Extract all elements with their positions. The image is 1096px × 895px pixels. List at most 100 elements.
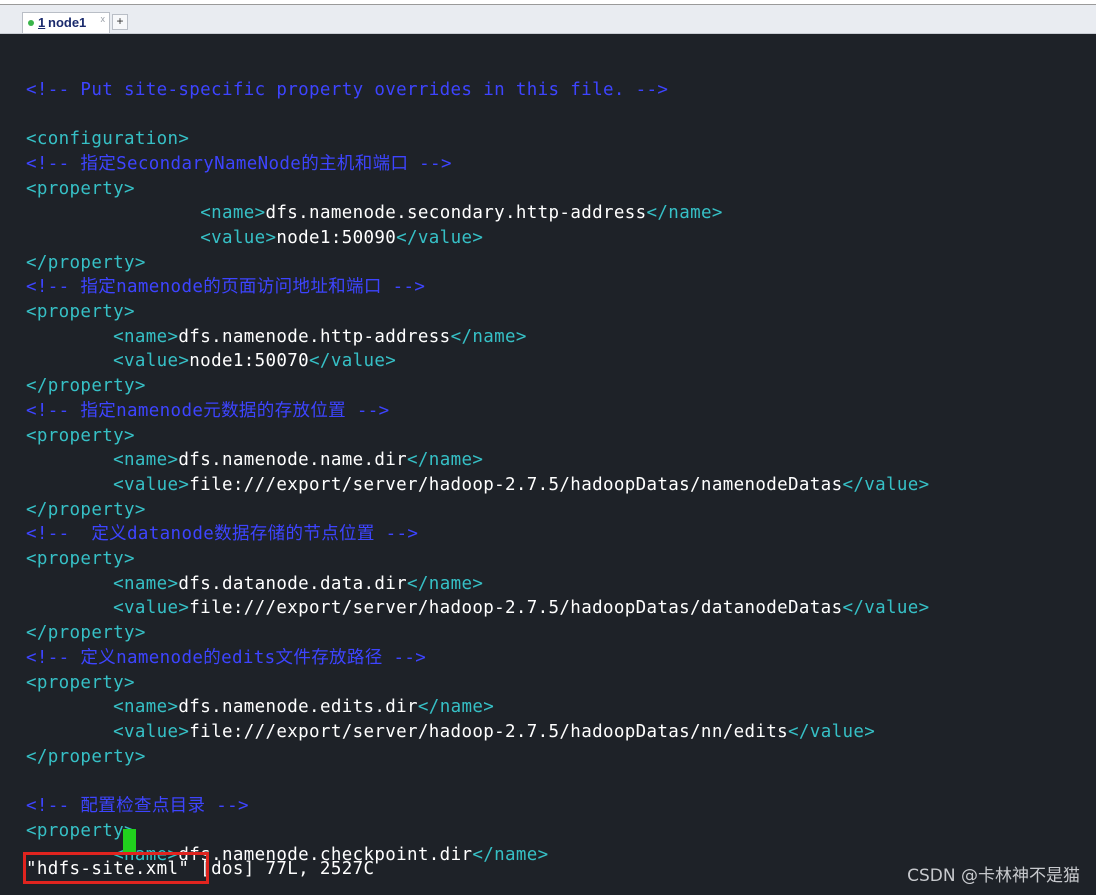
xml-value: file:///export/server/hadoop-2.7.5/hadoo… <box>189 598 843 619</box>
code-line: <value>node1:50070</value> <box>26 349 396 373</box>
code-line: <!-- 配置检查点目录 --> <box>26 794 249 818</box>
xml-tag: <property> <box>26 820 135 841</box>
filename-highlight-box <box>23 852 209 884</box>
xml-tag: </property> <box>26 623 146 644</box>
xml-tag: <property> <box>26 425 135 446</box>
xml-tag: </name> <box>407 450 484 471</box>
xml-tag: <name> <box>113 697 179 718</box>
xml-tag: </name> <box>472 845 549 866</box>
xml-value: dfs.namenode.secondary.http-address <box>265 203 647 224</box>
code-line: <name>dfs.namenode.edits.dir</name> <box>26 695 494 719</box>
code-line: <!-- 指定SecondaryNameNode的主机和端口 --> <box>26 152 452 176</box>
xml-tag: <name> <box>113 450 179 471</box>
add-tab-button[interactable]: + <box>112 14 128 30</box>
xml-value: dfs.namenode.name.dir <box>178 450 408 471</box>
xml-value: dfs.datanode.data.dir <box>178 573 408 594</box>
xml-value: dfs.namenode.http-address <box>178 326 451 347</box>
xml-tag: <property> <box>26 549 135 569</box>
xml-value: node1:50090 <box>276 227 397 248</box>
xml-tag: <value> <box>200 227 277 248</box>
code-line: <property> <box>26 177 135 201</box>
xml-comment: <!-- Put site-specific property override… <box>26 79 669 100</box>
code-line: <property> <box>26 300 135 324</box>
xml-tag: <property> <box>26 178 135 199</box>
code-line: <value>file:///export/server/hadoop-2.7.… <box>26 473 930 497</box>
xml-tag: </property> <box>26 252 146 273</box>
code-line: <property> <box>26 547 135 571</box>
xml-tag: <name> <box>200 203 266 224</box>
code-line: <property> <box>26 424 135 448</box>
code-line: </property> <box>26 251 146 275</box>
code-line: <name>dfs.datanode.data.dir</name> <box>26 572 483 596</box>
code-line: <!-- 指定namenode元数据的存放位置 --> <box>26 399 390 423</box>
xml-tag: </property> <box>26 376 146 397</box>
xml-tag: <name> <box>113 573 179 594</box>
code-line: </property> <box>26 498 146 522</box>
xml-tag: <value> <box>113 351 190 372</box>
xml-tag: </value> <box>842 474 930 495</box>
xml-comment: <!-- 指定SecondaryNameNode的主机和端口 --> <box>26 153 452 174</box>
xml-tag: </value> <box>788 721 876 742</box>
code-line: <!-- 定义datanode数据存储的节点位置 --> <box>26 522 418 546</box>
code-line: <value>file:///export/server/hadoop-2.7.… <box>26 720 875 744</box>
text-cursor <box>123 829 136 854</box>
xml-tag: </value> <box>309 351 397 372</box>
xml-comment: <!-- 定义namenode的edits文件存放路径 --> <box>26 647 427 668</box>
watermark: CSDN @卡林神不是猫 <box>907 866 1080 886</box>
xml-comment: <!-- 指定namenode的页面访问地址和端口 --> <box>26 277 426 298</box>
xml-tag: </property> <box>26 746 146 767</box>
code-line: <name>dfs.namenode.secondary.http-addres… <box>26 201 723 225</box>
xml-tag: </name> <box>646 203 723 224</box>
xml-tag: <name> <box>113 326 179 347</box>
xml-tag: </name> <box>417 697 495 718</box>
tab-node1[interactable]: 1 node1 x <box>22 12 110 33</box>
xml-comment: <!-- 配置检查点目录 --> <box>26 796 249 816</box>
terminal-window: 1 node1 x + <!-- Put site-specific prope… <box>0 0 1096 895</box>
xml-tag: </name> <box>407 573 484 594</box>
code-line: <!-- 定义namenode的edits文件存放路径 --> <box>26 646 426 670</box>
code-line: <property> <box>26 671 135 695</box>
xml-tag: </value> <box>842 598 930 619</box>
xml-tag: <property> <box>26 672 135 693</box>
xml-tag: <value> <box>113 598 190 619</box>
xml-comment: <!-- 指定namenode元数据的存放位置 --> <box>26 400 390 421</box>
close-tab-icon[interactable]: x <box>101 9 106 29</box>
xml-comment: <!-- 定义datanode数据存储的节点位置 --> <box>26 524 419 545</box>
xml-tag: <value> <box>113 474 190 495</box>
code-line: <property> <box>26 819 135 843</box>
code-line: <name>dfs.namenode.name.dir</name> <box>26 448 483 472</box>
code-line: <value>node1:50090</value> <box>26 226 483 250</box>
tab-bar: 1 node1 x + <box>0 5 1096 34</box>
xml-value: node1:50070 <box>189 351 310 372</box>
xml-value: dfs.namenode.edits.dir <box>178 697 418 718</box>
code-line: </property> <box>26 374 146 398</box>
xml-tag: </property> <box>26 499 146 520</box>
code-line: <!-- 指定namenode的页面访问地址和端口 --> <box>26 275 425 299</box>
code-line: <value>file:///export/server/hadoop-2.7.… <box>26 596 930 620</box>
xml-value: file:///export/server/hadoop-2.7.5/hadoo… <box>189 721 789 742</box>
xml-tag: <value> <box>113 721 190 742</box>
code-line: </property> <box>26 745 146 769</box>
xml-tag: <configuration> <box>26 129 190 150</box>
vim-editor-area[interactable]: <!-- Put site-specific property override… <box>0 34 1096 895</box>
status-file-info: [dos] 77L, 2527C <box>189 859 375 879</box>
xml-value: file:///export/server/hadoop-2.7.5/hadoo… <box>189 474 843 495</box>
xml-tag: </value> <box>396 227 484 248</box>
xml-tag: </name> <box>450 326 527 347</box>
tab-number: 1 <box>38 15 46 30</box>
xml-tag: <property> <box>26 302 135 322</box>
code-line: <!-- Put site-specific property override… <box>26 78 668 102</box>
tab-label: node1 <box>48 15 87 30</box>
code-line: </property> <box>26 621 146 645</box>
connection-status-icon <box>28 20 34 26</box>
code-line: <configuration> <box>26 127 189 151</box>
